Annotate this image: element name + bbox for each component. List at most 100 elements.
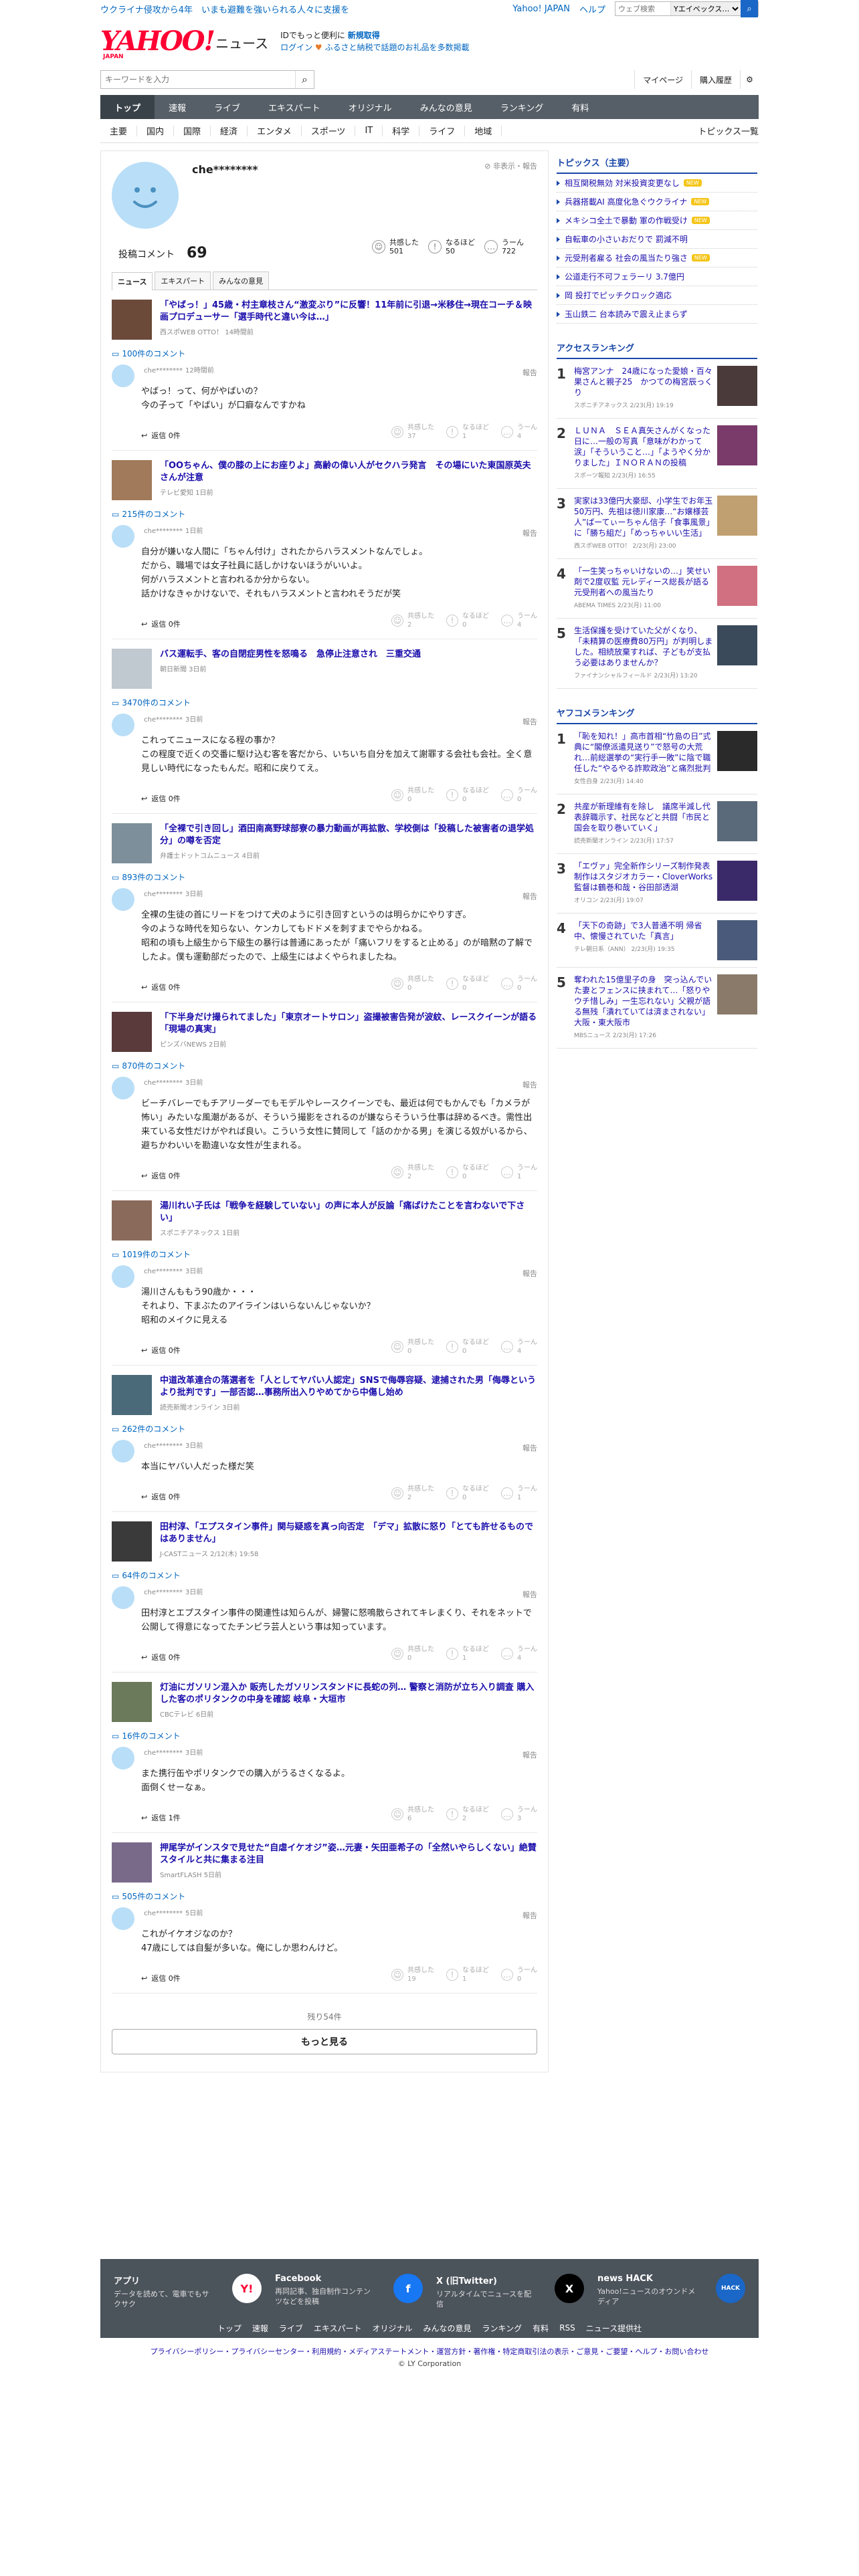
article-link[interactable]: 「やばっ！」45歳・村主章枝さん“激変ぶり”に反響！11年前に引退→米移住→現在… (112, 290, 537, 340)
help-link[interactable]: ヘルプ (579, 3, 605, 15)
footer-nav-link[interactable]: エキスパート (314, 2323, 362, 2334)
rank-title[interactable]: 実家は33億円大豪邸、小学生でお年玉50万円、先祖は徳川家康…“お嬢様芸人”ぱー… (574, 496, 713, 538)
footer-nav-link[interactable]: 有料 (533, 2323, 549, 2334)
reply-button[interactable]: ↩ 返信 0件 (141, 430, 181, 441)
article-thumbnail[interactable] (112, 649, 152, 689)
article-thumbnail[interactable] (112, 1682, 152, 1722)
cat-economy[interactable]: 経済 (211, 125, 248, 137)
footer-nav-link[interactable]: ランキング (482, 2323, 522, 2334)
search-scope-select[interactable]: Yエイベックス… (670, 2, 741, 15)
ranking-item[interactable]: 3 「エヴァ」完全新作シリーズ制作発表 制作はスタジオカラー・CloverWork… (557, 854, 757, 914)
article-link[interactable]: 「全裸で引き回し」酒田南高野球部寮の暴力動画が再拡散、学校側は「投稿した被害者の… (112, 814, 537, 863)
report-link[interactable]: 報告 (522, 1910, 537, 1921)
article-thumbnail[interactable] (112, 1200, 152, 1241)
nav-top[interactable]: トップ (100, 95, 155, 119)
reaction-empathy-button[interactable]: ☺ 共感した 2 (391, 1485, 434, 1502)
reaction-insight-button[interactable]: ! なるほど 0 (446, 1164, 489, 1181)
rank-title[interactable]: 「恥を知れ！」高市首相“竹島の日”式典に“閣僚派遣見送り”で怒号の大荒れ…前総選… (574, 731, 713, 774)
comment-count-link[interactable]: ▭ 16件のコメント (112, 1730, 537, 1741)
promo-link[interactable]: ウクライナ侵攻から4年 いまも避難を強いられる人々に支援を (100, 3, 349, 15)
tab-expert[interactable]: エキスパート (155, 272, 211, 290)
article-title[interactable]: 「下半身だけ撮られてました」「東京オートサロン」盗撮被害告発が波紋、レースクイー… (160, 1012, 537, 1036)
reply-button[interactable]: ↩ 返信 0件 (141, 1652, 181, 1662)
footer-nav-link[interactable]: RSS (559, 2323, 575, 2333)
comment-count-link[interactable]: ▭ 64件のコメント (112, 1570, 537, 1581)
reaction-insight-button[interactable]: ! なるほど 0 (446, 786, 489, 804)
footer-nav-link[interactable]: トップ (217, 2323, 242, 2334)
article-title[interactable]: バス運転手、客の自閉症男性を怒鳴る 急停止注意され 三重交通 (160, 649, 421, 661)
ranking-item[interactable]: 1 「恥を知れ！」高市首相“竹島の日”式典に“閣僚派遣見送り”で怒号の大荒れ…前総… (557, 724, 757, 794)
rank-thumbnail[interactable] (717, 566, 757, 606)
rank-thumbnail[interactable] (717, 801, 757, 841)
rank-title[interactable]: 生活保護を受けていた父がくなり、「未精算の医療費80万円」が判明しました。相続放… (574, 625, 713, 668)
reaction-insight-button[interactable]: ! なるほど 0 (446, 612, 489, 629)
article-thumbnail[interactable] (112, 1375, 152, 1415)
ranking-item[interactable]: 5 奪われた15億里子の身 突っ込んでいた妻とフェンスに挟まれて…「怒りやウチ惜し… (557, 968, 757, 1049)
topic-item[interactable]: メキシコ全土で暴動 軍の作戦受け NEW (557, 211, 757, 230)
article-title[interactable]: 「OOちゃん、僕の膝の上にお座りよ」高齢の偉い人がセクハラ発言 その場にいた東国… (160, 460, 537, 484)
cat-main[interactable]: 主要 (100, 125, 138, 137)
article-link[interactable]: 「OOちゃん、僕の膝の上にお座りよ」高齢の偉い人がセクハラ発言 その場にいた東国… (112, 451, 537, 500)
rank-thumbnail[interactable] (717, 496, 757, 536)
history-button[interactable]: 購入履歴 (690, 70, 740, 89)
reaction-hmm-button[interactable]: … うーん 4 (501, 1645, 537, 1662)
cat-sports[interactable]: スポーツ (302, 125, 356, 137)
reply-button[interactable]: ↩ 返信 0件 (141, 1345, 181, 1356)
rank-thumbnail[interactable] (717, 974, 757, 1014)
nav-paid[interactable]: 有料 (557, 95, 603, 119)
reaction-insight-button[interactable]: ! なるほど 0 (446, 1338, 489, 1356)
reaction-hmm-button[interactable]: … うーん 3 (501, 1806, 537, 1823)
report-link[interactable]: 報告 (522, 891, 537, 901)
reaction-empathy-button[interactable]: ☺ 共感した 2 (391, 612, 434, 629)
comment-count-link[interactable]: ▭ 215件のコメント (112, 508, 537, 520)
nav-ranking[interactable]: ランキング (486, 95, 558, 119)
article-title[interactable]: 灯油にガソリン混入か 販売したガソリンスタンドに長蛇の列… 警察と消防が立ち入り… (160, 1682, 537, 1706)
reaction-insight-button[interactable]: ! なるほど 1 (446, 1966, 489, 1983)
ranking-item[interactable]: 4 「一生笑っちゃいけないの…」笑せい剤で2度収監 元レディース総長が語る元受刑者… (557, 559, 757, 619)
reply-button[interactable]: ↩ 返信 0件 (141, 982, 181, 992)
ranking-item[interactable]: 3 実家は33億円大豪邸、小学生でお年玉50万円、先祖は徳川家康…“お嬢様芸人”ぱ… (557, 489, 757, 559)
comment-count-link[interactable]: ▭ 505件のコメント (112, 1891, 537, 1902)
reaction-insight-button[interactable]: ! なるほど 1 (446, 1645, 489, 1662)
cat-science[interactable]: 科学 (383, 125, 420, 137)
reaction-hmm-button[interactable]: … うーん 0 (501, 786, 537, 804)
cat-life[interactable]: ライフ (419, 125, 466, 137)
nav-breaking[interactable]: 速報 (155, 95, 200, 119)
search-icon[interactable]: ⌕ (741, 0, 758, 17)
legal-links[interactable]: プライバシーポリシー・プライバシーセンター・利用規約・メディアステートメント・運… (0, 2346, 859, 2357)
rank-title[interactable]: 奪われた15億里子の身 突っ込んでいた妻とフェンスに挟まれて…「怒りやウチ惜しみ… (574, 974, 714, 1028)
rank-thumbnail[interactable] (717, 425, 757, 465)
mypage-button[interactable]: マイページ (634, 70, 691, 89)
furusato-link[interactable]: ふるさと納税で話題のお礼品を多数掲載 (325, 43, 470, 52)
reaction-insight-button[interactable]: ! なるほど 0 (446, 1485, 489, 1502)
article-link[interactable]: 灯油にガソリン混入か 販売したガソリンスタンドに長蛇の列… 警察と消防が立ち入り… (112, 1673, 537, 1722)
reply-button[interactable]: ↩ 返信 0件 (141, 1170, 181, 1181)
cat-it[interactable]: IT (355, 125, 383, 136)
topic-item[interactable]: 元受刑者雇る 社会の風当たり強さ NEW (557, 249, 757, 267)
article-title[interactable]: 「全裸で引き回し」酒田南高野球部寮の暴力動画が再拡散、学校側は「投稿した被害者の… (160, 823, 537, 847)
reaction-empathy-button[interactable]: ☺ 共感した 0 (391, 1338, 434, 1356)
reaction-empathy-button[interactable]: ☺ 共感した 0 (391, 1645, 434, 1662)
comment-count-link[interactable]: ▭ 100件のコメント (112, 348, 537, 359)
footer-nav-link[interactable]: ライブ (279, 2323, 303, 2334)
search-icon[interactable]: ⌕ (295, 71, 314, 88)
topic-item[interactable]: 玉山鉄二 台本読みで震え止まらず (557, 305, 757, 324)
rank-thumbnail[interactable] (717, 625, 757, 665)
comment-count-link[interactable]: ▭ 262件のコメント (112, 1423, 537, 1434)
rank-thumbnail[interactable] (717, 920, 757, 960)
reply-button[interactable]: ↩ 返信 0件 (141, 619, 181, 629)
article-link[interactable]: 中道改革連合の落選者を「人としてヤバい人認定」SNSで侮辱容疑、逮捕された男「侮… (112, 1366, 537, 1415)
hide-report-link[interactable]: ⊘ 非表示・報告 (484, 160, 537, 171)
ranking-item[interactable]: 1 梅宮アンナ 24歳になった愛娘・百々果さんと親子25 かつての梅宮辰っくり スポ… (557, 359, 757, 419)
topic-item[interactable]: 岡 投打でピッチクロック適応 (557, 286, 757, 305)
comment-count-link[interactable]: ▭ 1019件のコメント (112, 1249, 537, 1260)
reply-button[interactable]: ↩ 返信 0件 (141, 1491, 181, 1502)
report-link[interactable]: 報告 (522, 1442, 537, 1453)
article-link[interactable]: 「下半身だけ撮られてました」「東京オートサロン」盗撮被害告発が波紋、レースクイー… (112, 1002, 537, 1052)
reply-button[interactable]: ↩ 返信 0件 (141, 1973, 181, 1983)
report-link[interactable]: 報告 (522, 1268, 537, 1279)
reaction-insight-button[interactable]: ! なるほど 2 (446, 1806, 489, 1823)
reaction-empathy-button[interactable]: ☺ 共感した 37 (391, 423, 434, 441)
rank-title[interactable]: ＬＵＮＡ ＳＥＡ真矢さんがくなった日に…一般の写真「意味がわかって涙」「そういう… (574, 425, 713, 468)
yahoo-news-logo[interactable]: YAHOO! JAPAN ニュース (100, 28, 268, 61)
